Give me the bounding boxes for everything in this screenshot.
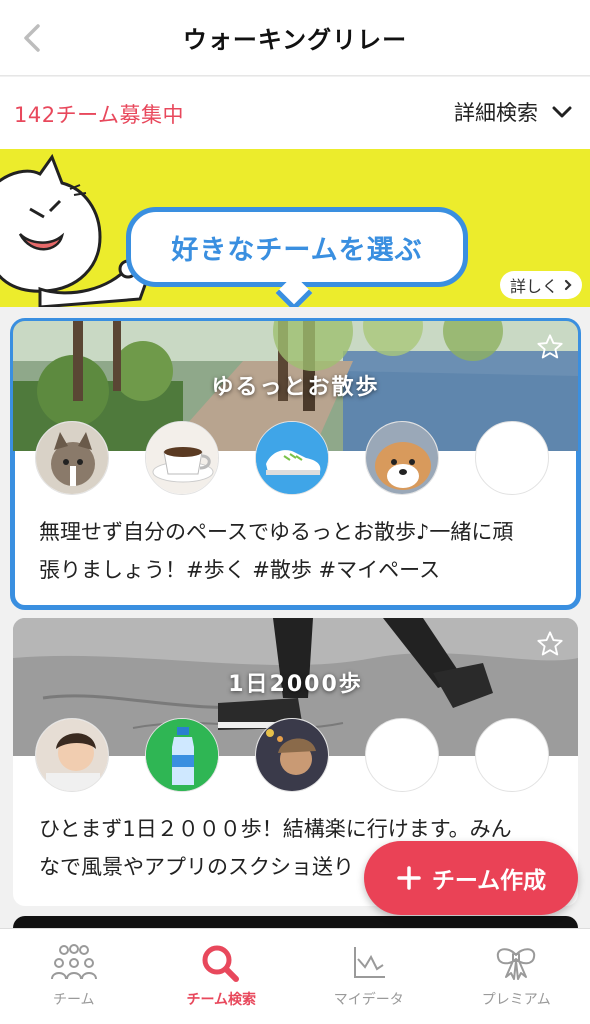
tab-label: プレミアム xyxy=(481,992,551,1008)
chevron-down-icon xyxy=(552,106,572,118)
detail-search-label: 詳細検索 xyxy=(454,101,538,125)
tab-label: チーム検索 xyxy=(186,992,257,1008)
tab-team-search[interactable]: チーム検索 xyxy=(148,929,296,1024)
create-team-button[interactable]: チーム作成 xyxy=(364,841,578,915)
page-title: ウォーキングリレー xyxy=(182,26,408,54)
description-line: 無理せず自分のペースでゆるっとお散歩♪一緒に頑 xyxy=(39,520,514,544)
nav-header: ウォーキングリレー xyxy=(0,0,590,76)
avatar-empty-slot[interactable] xyxy=(475,421,549,495)
avatar-shoe[interactable] xyxy=(255,421,329,495)
team-card[interactable]: ゆるっとお散歩 無理せず自分のペースでゆるっとお散歩♪一緒に頑 張りましょう！#… xyxy=(10,318,581,610)
avatar-cat[interactable] xyxy=(35,421,109,495)
ribbon-icon xyxy=(497,948,536,980)
chart-icon xyxy=(353,947,385,978)
avatar-dog[interactable] xyxy=(365,421,439,495)
avatar-empty-slot[interactable] xyxy=(365,718,439,792)
tab-label: チーム xyxy=(52,992,95,1008)
team-icon xyxy=(50,944,97,980)
more-details-button[interactable]: 詳しく xyxy=(500,271,582,299)
tab-premium[interactable]: プレミアム xyxy=(443,929,590,1024)
avatar-empty-slot[interactable] xyxy=(475,718,549,792)
star-icon xyxy=(537,631,563,656)
plus-icon xyxy=(397,866,421,890)
team-name: ゆるっとお散歩 xyxy=(211,375,380,400)
tab-my-data[interactable]: マイデータ xyxy=(295,929,443,1024)
filter-bar: 142チーム募集中 詳細検索 xyxy=(0,77,590,149)
team-name: 1日2000歩 xyxy=(228,672,363,697)
promo-banner[interactable]: 好きなチームを選ぶ 詳しく xyxy=(0,149,590,307)
star-icon xyxy=(537,334,563,359)
choose-team-bubble: 好きなチームを選ぶ xyxy=(126,207,468,287)
avatar-water-bottle[interactable] xyxy=(145,718,219,792)
avatar-person[interactable] xyxy=(35,718,109,792)
member-avatars xyxy=(35,421,549,495)
favorite-button[interactable] xyxy=(536,333,564,365)
avatar-coffee[interactable] xyxy=(145,421,219,495)
recruiting-count: 142チーム募集中 xyxy=(14,103,184,127)
favorite-button[interactable] xyxy=(536,630,564,662)
tab-label: マイデータ xyxy=(333,992,404,1008)
description-line: 張りましょう！#歩く #散歩 #マイペース xyxy=(39,558,441,582)
more-details-label: 詳しく xyxy=(509,277,558,296)
avatar-person-2[interactable] xyxy=(255,718,329,792)
team-description: 無理せず自分のペースでゆるっとお散歩♪一緒に頑 張りましょう！#歩く #散歩 #… xyxy=(39,513,556,589)
chevron-right-icon xyxy=(564,279,572,291)
detail-search-button[interactable]: 詳細検索 xyxy=(454,97,572,127)
tab-team[interactable]: チーム xyxy=(0,929,148,1024)
create-team-label: チーム作成 xyxy=(431,868,547,894)
search-icon xyxy=(202,945,240,982)
bottom-tab-bar: チーム チーム検索 マイデータ プレミアム xyxy=(0,928,590,1024)
member-avatars xyxy=(35,718,549,792)
